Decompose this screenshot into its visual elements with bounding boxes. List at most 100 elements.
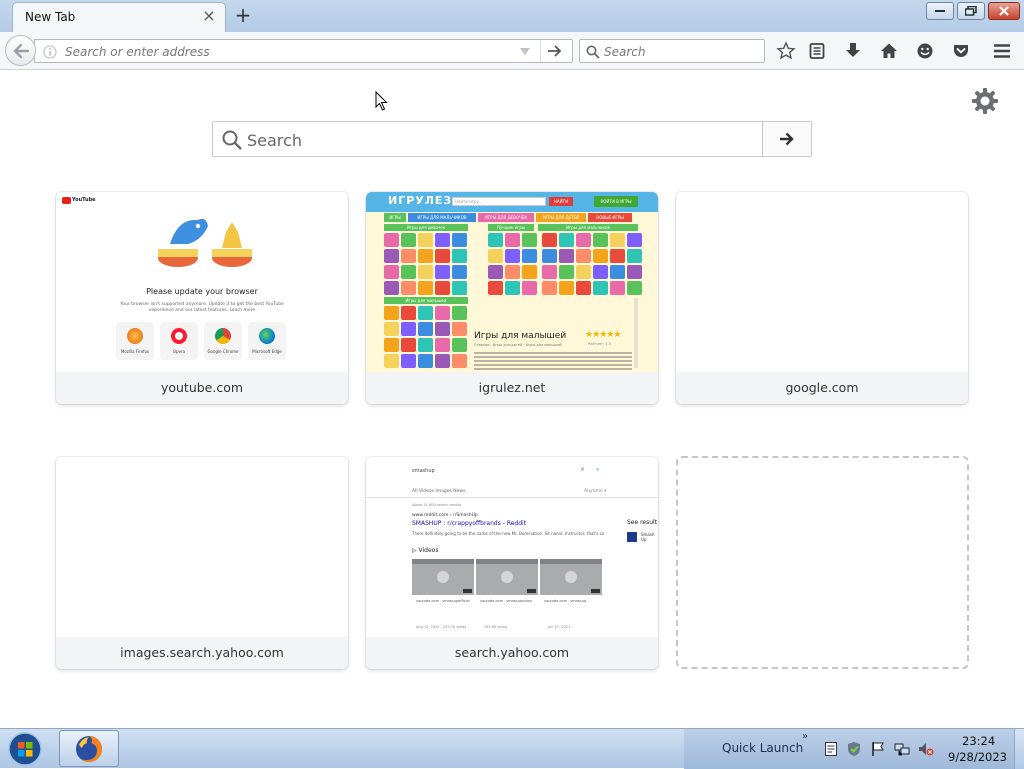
tile-label: youtube.com: [56, 372, 348, 404]
clock-time[interactable]: 23:24: [962, 734, 995, 748]
top-site-tile[interactable]: YouTube Please update your browser Your …: [56, 192, 348, 404]
gear-icon[interactable]: [971, 87, 999, 115]
top-site-tile[interactable]: google.com: [676, 192, 968, 404]
yahoo-result-url: www.reddit.com › r/SmashUp: [412, 513, 478, 518]
igrulez-game-icon: [418, 306, 433, 320]
tab-close-icon[interactable]: ×: [201, 8, 217, 24]
igrulez-game-icon: [452, 265, 467, 279]
url-bar[interactable]: [34, 39, 573, 63]
tab-new-tab[interactable]: New Tab ×: [12, 2, 226, 32]
search-bar[interactable]: [579, 39, 765, 63]
igrulez-game-icon: [401, 322, 416, 336]
new-tab-button[interactable]: +: [232, 4, 254, 26]
windows-start-icon[interactable]: [3, 731, 47, 767]
igrulez-game-icon: [542, 265, 557, 279]
igrulez-game-icon: [452, 249, 467, 263]
top-site-tile[interactable]: ИГРУЛЕЗ Найти игру... НАЙТИ ВОЙТИ В ИГРЫ…: [366, 192, 658, 404]
top-site-tile[interactable]: smashup × ⌕ All Videos Images News Anyti…: [366, 457, 658, 669]
clock-date[interactable]: 9/28/2023: [948, 750, 1007, 764]
igrulez-game-icon: [384, 249, 399, 263]
info-icon[interactable]: [43, 45, 57, 59]
igrulez-nav-item: ИГРЫ ДЛЯ ДЕВОЧЕК: [478, 213, 534, 222]
igrulez-game-icon: [610, 233, 625, 247]
igrulez-section-title: Лучшие игры: [488, 224, 534, 231]
igrulez-game-icon: [576, 265, 591, 279]
bookmark-star-icon[interactable]: [776, 41, 796, 61]
igrulez-section-title: Игры для мальчиков: [538, 224, 638, 231]
igrulez-game-icon: [418, 354, 433, 368]
igrulez-games-grid: [542, 233, 642, 295]
clear-icon: ×: [580, 466, 586, 473]
close-window-button[interactable]: [988, 2, 1020, 20]
content-search-go-button[interactable]: [762, 122, 811, 156]
igrulez-game-icon: [384, 265, 399, 279]
igrulez-game-icon: [522, 281, 537, 295]
hamburger-menu-icon[interactable]: [992, 41, 1012, 61]
firefox-icon: [76, 736, 102, 762]
back-arrow-icon: [13, 43, 30, 59]
igrulez-game-icon: [627, 265, 642, 279]
igrulez-game-icon: [384, 338, 399, 352]
igrulez-login-button: ВОЙТИ В ИГРЫ: [594, 196, 638, 207]
show-desktop-button[interactable]: [1014, 729, 1024, 769]
igrulez-game-icon: [384, 322, 399, 336]
igrulez-games-grid: [384, 233, 467, 295]
download-icon[interactable]: [843, 41, 863, 61]
yahoo-side-logo: [627, 532, 637, 542]
igrulez-game-icon: [418, 265, 433, 279]
igrulez-game-icon: [559, 281, 574, 295]
go-arrow-icon[interactable]: [547, 44, 563, 58]
tile-thumbnail: YouTube Please update your browser Your …: [56, 192, 348, 372]
close-icon: [999, 6, 1009, 16]
igrulez-game-icon: [401, 281, 416, 295]
search-icon: ⌕: [596, 466, 600, 473]
clipboard-icon[interactable]: [823, 741, 839, 757]
taskbar-firefox-button[interactable]: [59, 730, 119, 767]
dropdown-icon[interactable]: [519, 45, 531, 57]
igrulez-game-icon: [401, 306, 416, 320]
volume-muted-icon[interactable]: [918, 741, 934, 757]
network-icon[interactable]: [894, 741, 910, 757]
youtube-update-body: Your browser isn't supported anymore. Up…: [120, 302, 284, 313]
browser-choices: Mozilla Firefox Opera Google Chrome Micr…: [116, 322, 288, 362]
igrulez-game-icon: [401, 265, 416, 279]
igrulez-rating-stars: ★★★★★: [585, 330, 621, 340]
url-input[interactable]: [65, 43, 505, 60]
igrulez-game-icon: [452, 354, 467, 368]
reading-list-icon[interactable]: [807, 41, 827, 61]
home-icon[interactable]: [879, 41, 899, 61]
yahoo-videos-heading: ▷ Videos: [412, 547, 439, 554]
igrulez-game-icon: [384, 233, 399, 247]
action-center-flag-icon[interactable]: [870, 741, 886, 757]
igrulez-find-button: НАЙТИ: [549, 197, 573, 206]
minimize-button[interactable]: [926, 2, 954, 20]
yahoo-video-meta: 361.6K views: [484, 625, 508, 629]
igrulez-game-icon: [435, 306, 450, 320]
restore-button[interactable]: [957, 2, 985, 20]
igrulez-rating-caption: Рейтинг: 4.5: [588, 342, 611, 346]
content-search-input[interactable]: [247, 130, 757, 150]
igrulez-logo: ИГРУЛЕЗ: [388, 194, 453, 207]
igrulez-nav-item: ИГРЫ ДЛЯ МАЛЬЧИКОВ: [408, 213, 476, 222]
empty-tile-placeholder[interactable]: [676, 456, 969, 669]
search-input[interactable]: [604, 43, 759, 60]
yahoo-result-tabs: All Videos Images News: [412, 489, 466, 494]
igrulez-game-icon: [435, 354, 450, 368]
quick-launch-label[interactable]: Quick Launch: [722, 741, 803, 755]
igrulez-text-line: [474, 364, 632, 366]
content-search-box[interactable]: [212, 121, 812, 157]
igrulez-game-icon: [418, 249, 433, 263]
browser-opera: Opera: [160, 322, 198, 360]
yahoo-result-count: About 11,600 search results: [412, 503, 462, 507]
igrulez-section-title: Игры для малышей: [384, 297, 468, 304]
igrulez-game-icon: [576, 249, 591, 263]
pocket-icon[interactable]: [951, 41, 971, 61]
back-button[interactable]: [5, 35, 36, 66]
browser-caption: Mozilla Firefox: [120, 349, 150, 354]
new-tab-page: YouTube Please update your browser Your …: [0, 71, 1024, 728]
igrulez-game-icon: [542, 233, 557, 247]
hello-icon[interactable]: [915, 41, 935, 61]
igrulez-game-icon: [576, 233, 591, 247]
top-site-tile[interactable]: images.search.yahoo.com: [56, 457, 348, 669]
security-shield-icon[interactable]: [846, 741, 862, 757]
